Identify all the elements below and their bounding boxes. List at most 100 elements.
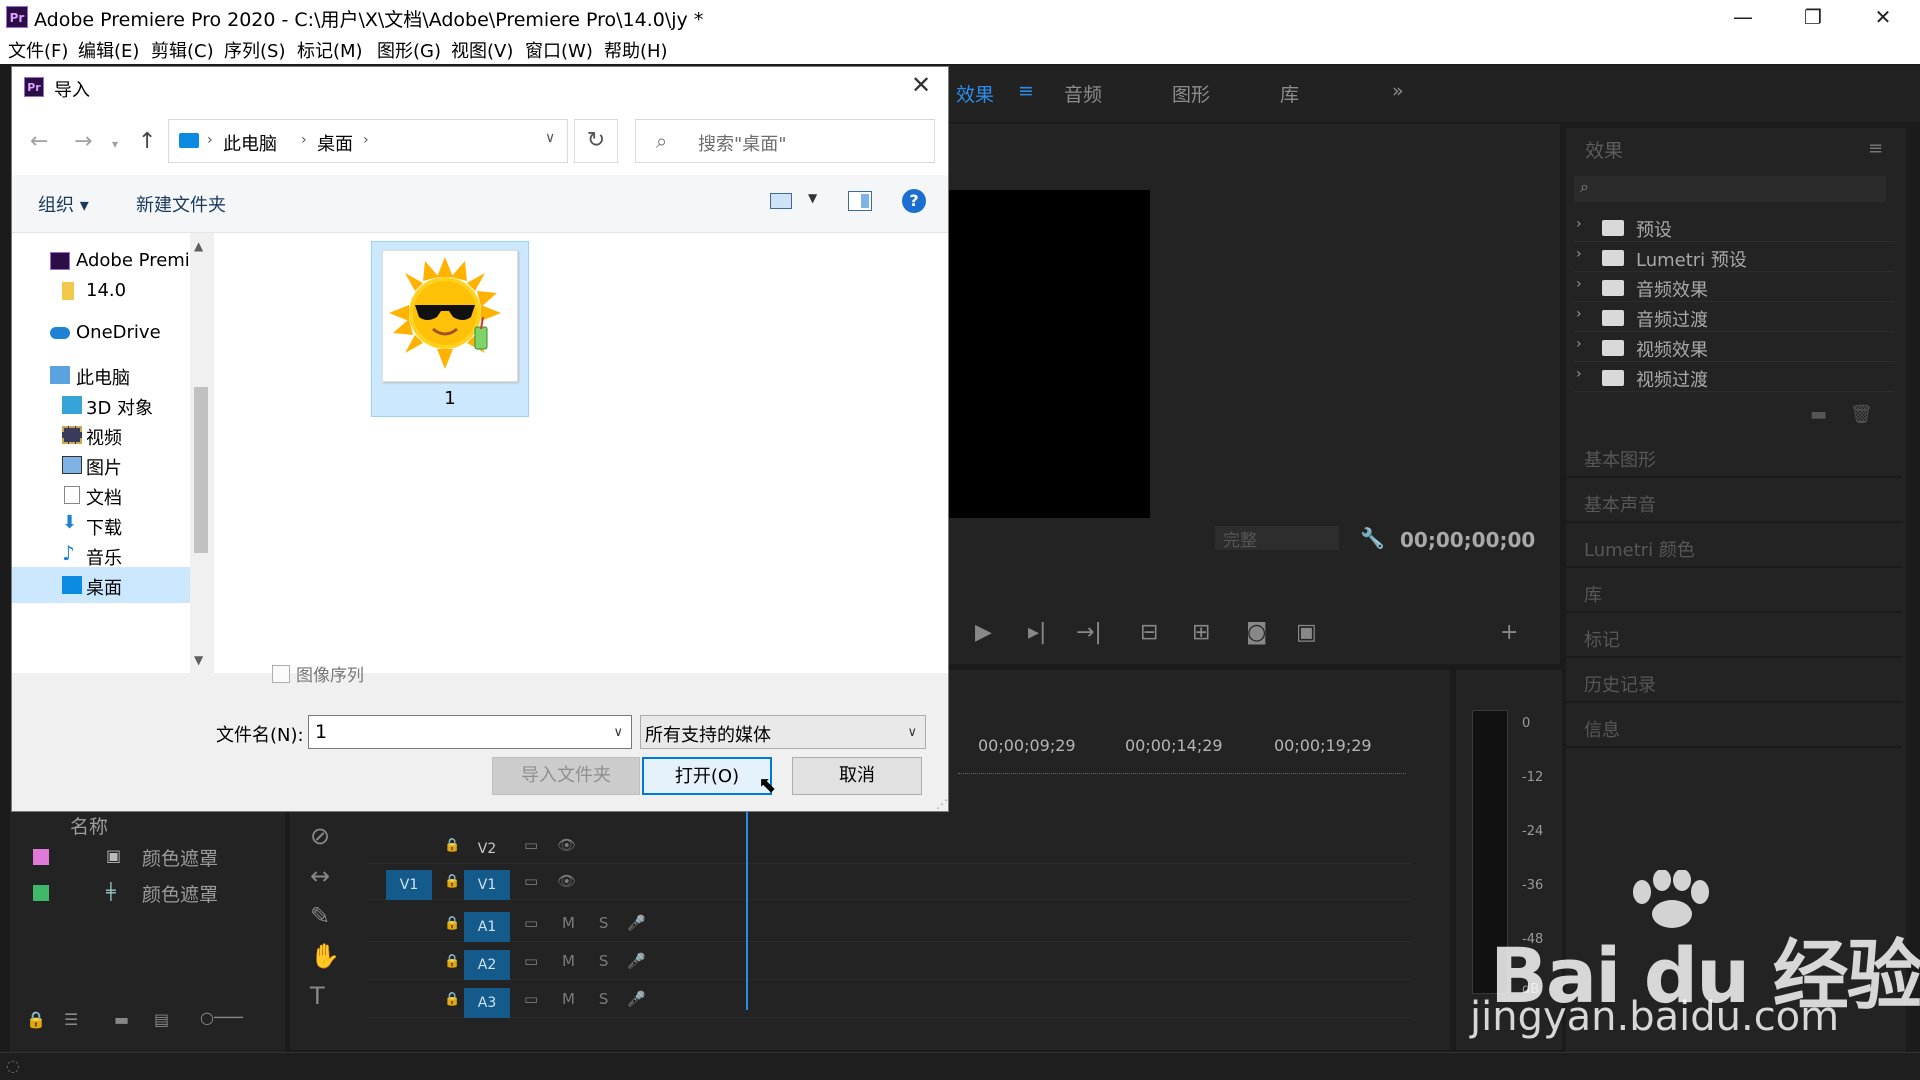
lock-icon[interactable]: 🔒 (444, 874, 460, 889)
mute-toggle[interactable]: M (562, 914, 575, 932)
menu-file[interactable]: 文件(F) (8, 37, 68, 63)
zoom-slider[interactable]: ○─── (200, 1008, 243, 1027)
source-patch-v1[interactable]: V1 (386, 870, 432, 900)
menu-graphics[interactable]: 图形(G) (377, 37, 441, 63)
nav-scrollbar[interactable]: ▲ ▼ (190, 233, 212, 673)
type-tool-icon[interactable]: T (310, 982, 325, 1010)
change-view-icon[interactable] (770, 193, 792, 209)
menu-sequence[interactable]: 序列(S) (224, 37, 285, 63)
project-name-header[interactable]: 名称 (70, 812, 108, 839)
effects-item-video-effects[interactable]: › 视频效果 (1574, 334, 1894, 362)
play-icon[interactable]: ▶ (975, 620, 992, 645)
open-button[interactable]: 打开(O) (642, 757, 772, 795)
new-bin-icon[interactable]: ▬ (1810, 404, 1827, 425)
solo-toggle[interactable]: S (599, 990, 609, 1008)
project-item[interactable]: ╪ 颜色遮罩 (22, 876, 262, 910)
chevron-down-icon[interactable]: ∨ (613, 725, 623, 740)
effects-item-audio-transitions[interactable]: › 音频过渡 (1574, 304, 1894, 332)
new-folder-button[interactable]: 新建文件夹 (136, 191, 226, 217)
add-button-icon[interactable]: + (1500, 620, 1518, 645)
menu-view[interactable]: 视图(V) (451, 37, 513, 63)
ripple-edit-icon[interactable]: ⊘ (310, 822, 330, 850)
help-icon[interactable]: ? (902, 189, 926, 213)
tab-effects[interactable]: 效果 (956, 80, 994, 107)
lock-icon[interactable]: 🔒 (444, 954, 460, 969)
organize-button[interactable]: 组织 ▾ (38, 191, 89, 217)
effects-item-presets[interactable]: › 预设 (1574, 214, 1894, 242)
nav-item-desktop[interactable]: 桌面 (12, 567, 190, 603)
file-name-input[interactable]: 1 ∨ (308, 715, 632, 749)
close-icon[interactable]: ✕ (904, 71, 938, 99)
effects-item-lumetri-presets[interactable]: › Lumetri 预设 (1574, 244, 1894, 272)
comparison-view-icon[interactable]: ▣ (1296, 620, 1317, 645)
insert-icon[interactable]: ⊟ (1140, 620, 1158, 645)
menu-clip[interactable]: 剪辑(C) (151, 37, 214, 63)
track-name-a2[interactable]: A2 (464, 950, 510, 980)
track-name-a1[interactable]: A1 (464, 912, 510, 942)
file-type-select[interactable]: 所有支持的媒体 ∨ (640, 715, 926, 749)
chevron-down-icon[interactable]: ∨ (545, 130, 555, 146)
tab-library[interactable]: 库 (1280, 80, 1299, 107)
lock-icon[interactable]: 🔒 (444, 916, 460, 931)
solo-toggle[interactable]: S (599, 914, 609, 932)
export-frame-icon[interactable]: ◙ (1246, 620, 1267, 645)
breadcrumb-desktop[interactable]: 桌面 (317, 130, 353, 156)
wrench-icon[interactable]: 🔧 (1360, 526, 1385, 550)
menu-help[interactable]: 帮助(H) (604, 37, 668, 63)
image-sequence-checkbox[interactable] (272, 665, 290, 683)
time-ruler[interactable] (958, 764, 1406, 774)
track-icons-a1[interactable]: ▭ M S 🎤 (524, 914, 646, 932)
track-icons-a3[interactable]: ▭ M S 🎤 (524, 990, 646, 1008)
track-icons-v2[interactable]: ▭ 👁 (524, 836, 576, 854)
menu-window[interactable]: 窗口(W) (525, 37, 593, 63)
address-bar[interactable]: › 此电脑 › 桌面 › ∨ (168, 119, 568, 163)
track-name-v1[interactable]: V1 (464, 870, 510, 900)
pen-tool-icon[interactable]: ✎ (310, 902, 330, 930)
dialog-titlebar[interactable]: Pr 导入 ✕ (12, 67, 948, 109)
minimize-button[interactable]: — (1708, 0, 1778, 34)
effects-search-input[interactable]: ⌕ (1574, 176, 1886, 202)
close-app-button[interactable]: ✕ (1848, 0, 1918, 34)
file-item[interactable]: 1 (371, 241, 529, 417)
mute-toggle[interactable]: M (562, 990, 575, 1008)
overwrite-icon[interactable]: ⊞ (1192, 620, 1210, 645)
hand-tool-icon[interactable]: ✋ (310, 942, 340, 970)
slip-tool-icon[interactable]: ↔ (310, 862, 330, 890)
resize-grip-icon[interactable]: ⋰ (936, 797, 948, 811)
chevron-down-icon[interactable]: ▼ (808, 191, 817, 205)
solo-toggle[interactable]: S (599, 952, 609, 970)
chevron-right-icon[interactable]: › (301, 132, 307, 148)
effects-item-audio-effects[interactable]: › 音频效果 (1574, 274, 1894, 302)
mute-toggle[interactable]: M (562, 952, 575, 970)
fit-select[interactable]: 完整 (1215, 526, 1339, 551)
section-history[interactable]: 历史记录 (1566, 663, 1902, 703)
lock-icon[interactable]: 🔒 (26, 1010, 46, 1029)
section-libraries[interactable]: 库 (1566, 573, 1902, 613)
restore-button[interactable]: ❐ (1778, 0, 1848, 34)
section-lumetri-color[interactable]: Lumetri 颜色 (1566, 528, 1902, 568)
menu-marker[interactable]: 标记(M) (297, 37, 363, 63)
icon-view-icon[interactable]: ▬ (114, 1010, 129, 1029)
step-forward-icon[interactable]: ▸| (1028, 620, 1046, 645)
track-icons-v1[interactable]: ▭ 👁 (524, 872, 576, 890)
panel-menu-icon[interactable]: ≡ (1868, 138, 1883, 159)
search-input[interactable]: ⌕ 搜索"桌面" (635, 119, 935, 163)
list-view-icon[interactable]: ☰ (64, 1010, 78, 1029)
label-color-swatch[interactable] (32, 848, 50, 866)
chevron-right-icon[interactable]: › (363, 132, 369, 148)
track-icons-a2[interactable]: ▭ M S 🎤 (524, 952, 646, 970)
chevron-right-icon[interactable]: › (207, 132, 213, 148)
cancel-button[interactable]: 取消 (792, 757, 922, 795)
refresh-icon[interactable]: ↻ (574, 119, 618, 163)
tab-graphics[interactable]: 图形 (1172, 80, 1210, 107)
scrollbar-thumb[interactable] (194, 387, 208, 553)
recent-dropdown-icon[interactable]: ▾ (112, 137, 118, 151)
import-folder-button[interactable]: 导入文件夹 (492, 757, 640, 795)
breadcrumb-this-pc[interactable]: 此电脑 (223, 130, 277, 156)
section-essential-graphics[interactable]: 基本图形 (1566, 438, 1902, 478)
section-markers[interactable]: 标记 (1566, 618, 1902, 658)
nav-item-onedrive[interactable]: OneDrive (12, 315, 190, 351)
track-name-v2[interactable]: V2 (464, 834, 510, 864)
tab-menu-icon[interactable]: ≡ (1018, 80, 1034, 102)
go-to-out-icon[interactable]: →| (1076, 620, 1102, 645)
